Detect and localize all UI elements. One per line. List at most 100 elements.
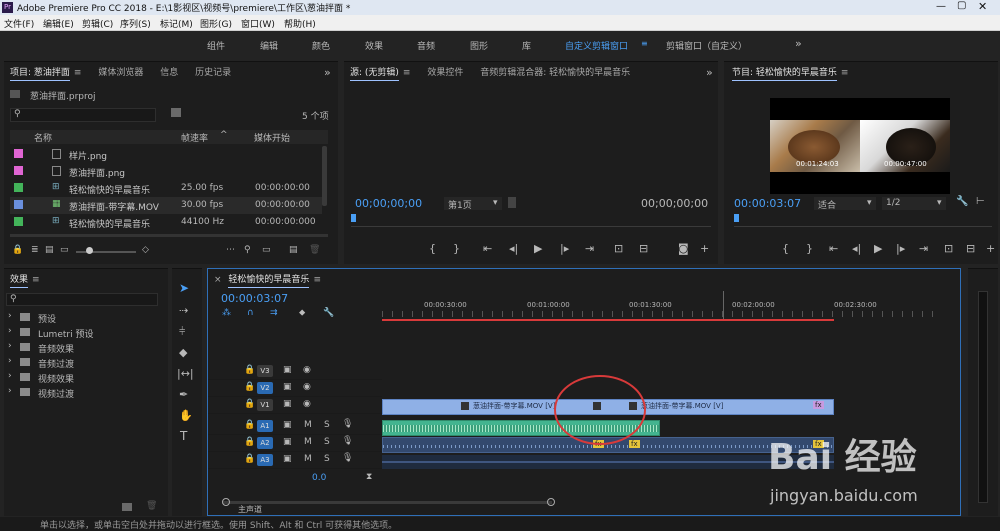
menu-graphics[interactable]: 图形(G) [200, 17, 232, 30]
workspace-tab[interactable]: 剪辑窗口（自定义） [666, 39, 747, 52]
timeline-timecode[interactable]: 00:00:03:07 [221, 292, 288, 305]
settings-icon[interactable] [508, 197, 516, 208]
lock-icon[interactable]: 🔒 [244, 399, 255, 409]
chevron-right-icon[interactable]: › [8, 326, 12, 336]
workspace-more-icon[interactable]: » [795, 37, 802, 50]
tab-effects[interactable]: 效果 [10, 275, 29, 288]
play-icon[interactable]: ▶ [874, 242, 882, 255]
workspace-menu-icon[interactable]: ≡ [641, 39, 648, 48]
program-more-icon[interactable]: ⊢ [976, 196, 985, 207]
nest-icon[interactable]: ⁂ [222, 308, 231, 318]
mark-in-icon[interactable]: { [782, 242, 789, 255]
sync-lock-icon[interactable]: ▣ [283, 365, 292, 375]
solo-button[interactable]: S [324, 420, 330, 430]
ripple-edit-tool-icon[interactable]: ⫩ [179, 325, 185, 339]
sync-lock-icon[interactable]: ▣ [283, 420, 292, 430]
chevron-right-icon[interactable]: › [8, 341, 12, 351]
menu-window[interactable]: 窗口(W) [241, 17, 275, 30]
workspace-tab[interactable]: 颜色 [312, 39, 330, 52]
minimize-icon[interactable]: — [936, 1, 946, 12]
panel-menu-icon[interactable]: ≡ [313, 275, 321, 285]
menu-sequence[interactable]: 序列(S) [120, 17, 151, 30]
effects-search-input[interactable]: ⚲ [6, 293, 158, 306]
project-scrollbar[interactable] [322, 146, 327, 206]
list-item[interactable]: ⊞ 轻松愉快的早晨音乐 44100 Hz 00:00:00:000 [10, 214, 322, 228]
panel-more-icon[interactable]: » [324, 66, 331, 79]
tab-effect-controls[interactable]: 效果控件 [427, 68, 463, 78]
panel-menu-icon[interactable]: ≡ [841, 68, 849, 78]
track-target-label[interactable]: V1 [257, 399, 273, 411]
mark-out-icon[interactable]: } [806, 242, 813, 255]
mic-icon[interactable]: 🎙 [342, 436, 353, 446]
chevron-right-icon[interactable]: › [8, 386, 12, 396]
go-to-out-icon[interactable]: ⇥ [919, 242, 928, 255]
slip-tool-icon[interactable]: |↔| [177, 367, 194, 380]
zoom-slider[interactable] [76, 251, 136, 253]
workspace-tab[interactable]: 组件 [207, 39, 225, 52]
page-dropdown[interactable]: 第1页 ▾ [444, 197, 502, 211]
lock-icon[interactable]: 🔒 [244, 454, 255, 464]
pen-tool-icon[interactable]: ✒ [179, 388, 188, 401]
workspace-tab[interactable]: 图形 [470, 39, 488, 52]
eye-icon[interactable]: ◉ [303, 382, 311, 392]
tab-program[interactable]: 节目: 轻松愉快的早晨音乐 [732, 68, 837, 81]
panel-menu-icon[interactable]: ≡ [403, 68, 411, 78]
track-select-tool-icon[interactable]: ⇢ [179, 304, 188, 317]
icon-view-icon[interactable]: ▤ [45, 245, 54, 255]
sync-lock-icon[interactable]: ▣ [283, 437, 292, 447]
list-item[interactable]: ▦ 葱油拌面-带字幕.MOV 30.00 fps 00:00:00:00 [10, 197, 322, 214]
lock-icon[interactable]: 🔒 [244, 437, 255, 447]
step-back-icon[interactable]: ◂| [852, 242, 861, 255]
tab-media-browser[interactable]: 媒体浏览器 [98, 68, 143, 78]
tree-item[interactable]: › 视频过渡 [6, 386, 164, 401]
solo-button[interactable]: S [324, 454, 330, 464]
sync-lock-icon[interactable]: ▣ [283, 399, 292, 409]
mark-in-icon[interactable]: { [429, 242, 436, 255]
sort-up-icon[interactable]: ^ [220, 130, 228, 140]
workspace-tab[interactable]: 效果 [365, 39, 383, 52]
menu-edit[interactable]: 编辑(E) [43, 17, 74, 30]
tab-info[interactable]: 信息 [160, 68, 178, 78]
go-to-in-icon[interactable]: ⇤ [829, 242, 838, 255]
tree-item[interactable]: › 音频过渡 [6, 356, 164, 371]
step-back-icon[interactable]: ◂| [509, 242, 518, 255]
list-item[interactable]: ⊞ 轻松愉快的早晨音乐 25.00 fps 00:00:00:00 [10, 180, 322, 197]
wrench-icon[interactable]: 🔧 [956, 196, 968, 207]
mic-icon[interactable]: 🎙 [342, 453, 353, 463]
timeline-scrollbar[interactable] [222, 498, 555, 506]
trash-icon[interactable]: 🗑 [146, 501, 157, 511]
menu-file[interactable]: 文件(F) [4, 17, 34, 30]
work-area-bar[interactable] [382, 319, 834, 321]
menu-help[interactable]: 帮助(H) [284, 17, 316, 30]
track-target-label[interactable]: A2 [257, 437, 273, 449]
add-button-icon[interactable]: + [700, 242, 709, 255]
tree-item[interactable]: › 视频效果 [6, 371, 164, 386]
lift-icon[interactable]: ⊡ [944, 242, 953, 255]
camera-icon[interactable]: ◙ [678, 242, 689, 255]
lock-icon[interactable]: 🔒 [244, 365, 255, 375]
sort-icon[interactable]: ◇ [142, 245, 149, 255]
freeform-view-icon[interactable]: ▭ [60, 245, 69, 255]
scroll-handle-right[interactable] [547, 498, 555, 506]
menu-marker[interactable]: 标记(M) [160, 17, 193, 30]
hand-tool-icon[interactable]: ✋ [179, 409, 193, 422]
menu-clip[interactable]: 剪辑(C) [82, 17, 113, 30]
fit-dropdown[interactable]: 适合 ▾ [814, 197, 876, 211]
tab-sequence[interactable]: 轻松愉快的早晨音乐 [228, 275, 310, 288]
horizontal-scrollbar[interactable] [10, 234, 328, 237]
tab-audio-mixer[interactable]: 音频剪辑混合器: 轻松愉快的早晨音乐 [480, 68, 630, 78]
mark-out-icon[interactable]: } [453, 242, 460, 255]
chevron-right-icon[interactable]: › [8, 371, 12, 381]
go-to-in-icon[interactable]: ⇤ [483, 242, 492, 255]
workspace-tab[interactable]: 库 [522, 39, 531, 52]
col-fps[interactable]: 帧速率 [181, 131, 208, 144]
list-view-icon[interactable]: ≣ [31, 245, 39, 255]
workspace-tab[interactable]: 音频 [417, 39, 435, 52]
settings-wrench-icon[interactable]: 🔧 [323, 308, 334, 318]
trash-icon[interactable]: 🗑 [309, 245, 320, 255]
chevron-right-icon[interactable]: › [8, 311, 12, 321]
lock-icon[interactable]: 🔒 [244, 420, 255, 430]
tab-project[interactable]: 项目: 葱油拌面 [10, 68, 70, 81]
lock-icon[interactable]: 🔒 [12, 245, 23, 255]
add-marker-icon[interactable]: ⬥ [299, 308, 305, 318]
